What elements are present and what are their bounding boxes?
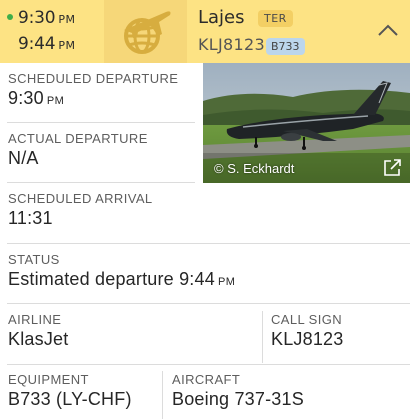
- aircraft-type-badge: B733: [266, 38, 305, 55]
- airline-logo: [104, 0, 187, 63]
- airline-globe-plane-icon: [124, 11, 171, 54]
- scheduled-arrival-field: SCHEDULED ARRIVAL 11:31: [8, 191, 308, 229]
- equipment-value: B733 (LY-CHF): [8, 389, 132, 409]
- external-link-icon: [384, 159, 401, 176]
- divider: [7, 364, 410, 365]
- departure-time-value: 9:30: [18, 8, 56, 28]
- airport-code-badge: TER: [258, 10, 293, 27]
- airline-field: AIRLINE KlasJet: [8, 312, 258, 350]
- aircraft-value: Boeing 737-31S: [172, 389, 304, 409]
- chevron-up-icon: [378, 24, 398, 36]
- estimated-time-ampm: PM: [58, 39, 76, 52]
- divider: [7, 303, 410, 304]
- photo-credit: © S. Eckhardt: [214, 161, 295, 176]
- status-value: Estimated departure 9:44 PM: [8, 269, 408, 290]
- departure-time-ampm: PM: [58, 13, 76, 26]
- flight-times: 9:30 PM 9:44 PM: [0, 0, 104, 63]
- airline-label: AIRLINE: [8, 312, 62, 327]
- scheduled-departure-field: SCHEDULED DEPARTURE 9:30 PM: [8, 71, 196, 109]
- scheduled-departure-time: 9:30: [8, 88, 44, 108]
- equipment-field: EQUIPMENT B733 (LY-CHF): [8, 372, 158, 410]
- estimated-time: 9:44 PM: [18, 34, 76, 54]
- flight-header[interactable]: 9:30 PM 9:44 PM Lajes TER KLJ8123 B733: [0, 0, 410, 63]
- actual-departure-field: ACTUAL DEPARTURE N/A: [8, 131, 196, 169]
- actual-departure-value: N/A: [8, 148, 39, 168]
- open-photo-button[interactable]: [382, 158, 402, 178]
- equipment-label: EQUIPMENT: [8, 372, 89, 387]
- flight-number: KLJ8123: [198, 35, 265, 54]
- scheduled-departure-value: 9:30 PM: [8, 88, 196, 109]
- airline-value: KlasJet: [8, 329, 69, 349]
- scheduled-departure-ampm: PM: [46, 95, 65, 107]
- divider: [7, 243, 410, 244]
- aircraft-photo[interactable]: © S. Eckhardt: [203, 63, 410, 183]
- scheduled-departure-label: SCHEDULED DEPARTURE: [8, 71, 179, 86]
- live-status-dot: [7, 14, 13, 20]
- vertical-divider: [162, 371, 163, 419]
- status-field: STATUS Estimated departure 9:44 PM: [8, 252, 408, 290]
- airport-name: Lajes: [198, 7, 245, 28]
- divider: [7, 122, 195, 123]
- scheduled-arrival-value: 11:31: [8, 208, 53, 228]
- status-text: Estimated departure 9:44: [8, 269, 215, 289]
- aircraft-label: AIRCRAFT: [172, 372, 241, 387]
- status-label: STATUS: [8, 252, 60, 267]
- actual-departure-label: ACTUAL DEPARTURE: [8, 131, 148, 146]
- divider: [7, 182, 195, 183]
- vertical-divider: [262, 311, 263, 363]
- aircraft-field: AIRCRAFT Boeing 737-31S: [172, 372, 407, 410]
- estimated-time-value: 9:44: [18, 34, 56, 54]
- flight-info: Lajes TER KLJ8123 B733: [187, 0, 367, 63]
- call-sign-value: KLJ8123: [271, 329, 344, 349]
- status-ampm: PM: [217, 276, 236, 288]
- call-sign-label: CALL SIGN: [271, 312, 343, 327]
- call-sign-field: CALL SIGN KLJ8123: [271, 312, 406, 350]
- scheduled-arrival-label: SCHEDULED ARRIVAL: [8, 191, 153, 206]
- departure-time: 9:30 PM: [18, 8, 76, 28]
- collapse-button[interactable]: [376, 20, 400, 42]
